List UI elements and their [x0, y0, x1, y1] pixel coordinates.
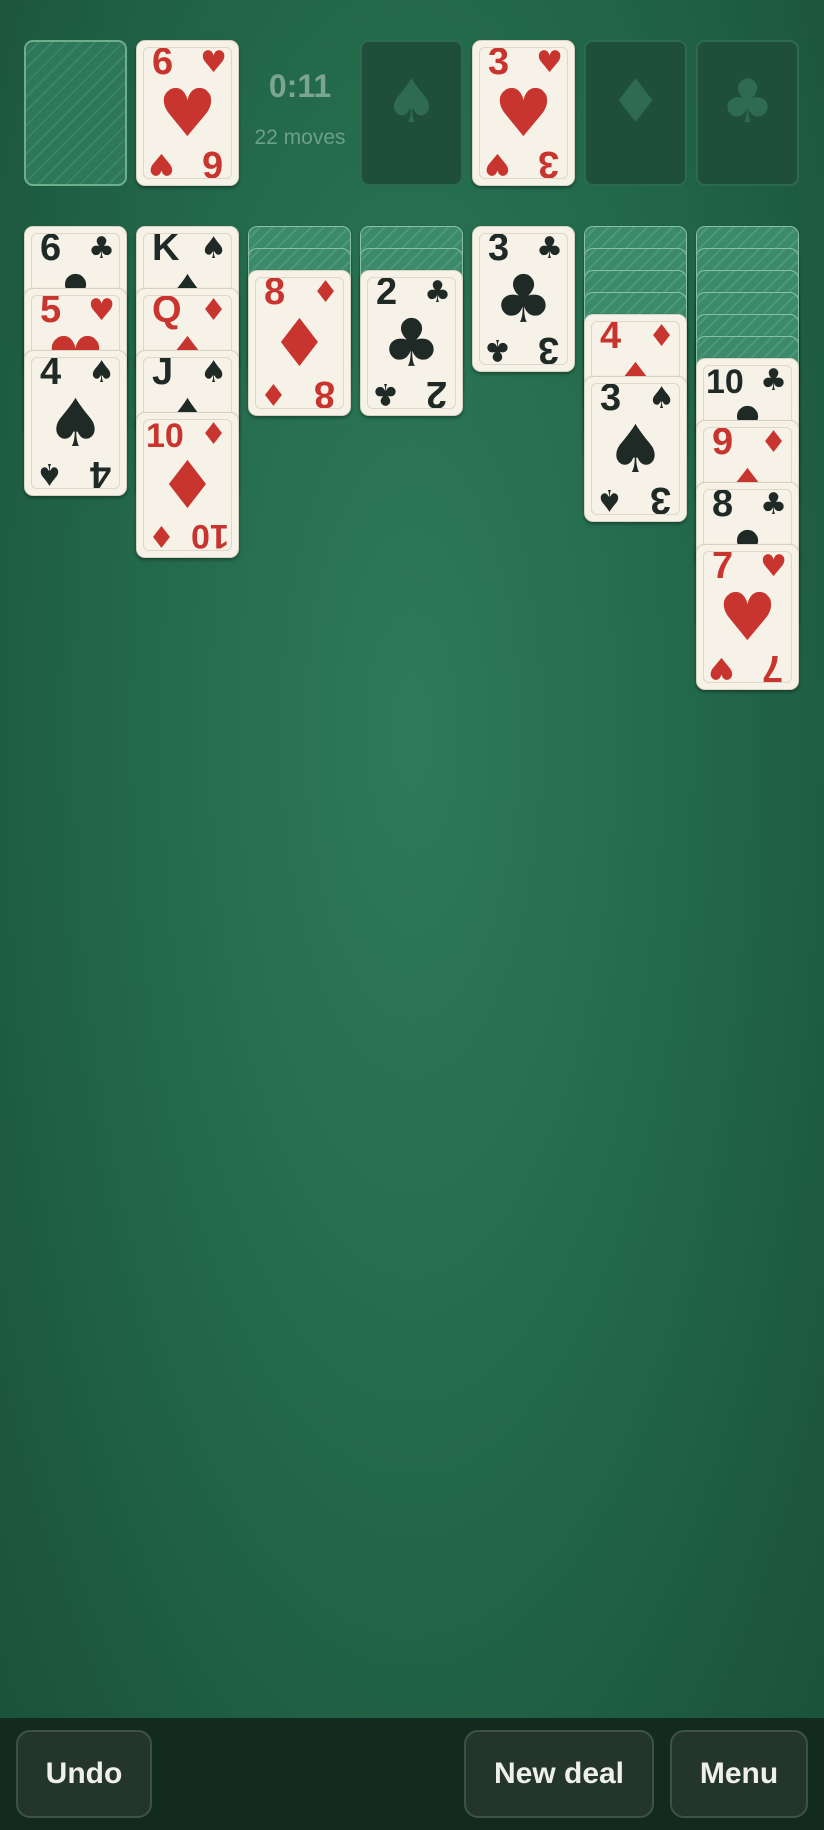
- card-rank: 4: [89, 453, 111, 495]
- tableau-card[interactable]: 7 ♥ ♥ ♥ 7: [696, 544, 799, 690]
- suit-pip-icon: ♠: [605, 411, 666, 488]
- tableau-card[interactable]: 3 ♠ ♠ ♠ 3: [584, 376, 687, 522]
- card-rank: 10: [191, 517, 229, 555]
- suit-icon: ♦: [148, 518, 175, 553]
- suit-pip-icon: ♥: [157, 75, 218, 152]
- card-rank: 8: [313, 373, 335, 415]
- suit-icon: ♥: [484, 146, 511, 181]
- card-rank: 3: [537, 329, 559, 371]
- card-rank: 3: [649, 479, 671, 521]
- timer: 0:11: [268, 68, 332, 104]
- tableau-card[interactable]: 3 ♣ ♣ ♣ 3: [472, 226, 575, 372]
- tableau-card[interactable]: 8 ♦ ♦ ♦ 8: [248, 270, 351, 416]
- card-rank: 2: [425, 373, 447, 415]
- suit-icon: ♥: [148, 146, 175, 181]
- undo-button[interactable]: Undo: [16, 1730, 152, 1818]
- card-rank: 6: [201, 143, 223, 185]
- suit-pip-icon: ♣: [381, 305, 442, 382]
- suit-pip-icon: ♦: [269, 305, 330, 382]
- stock-pile[interactable]: [24, 40, 127, 186]
- suit-icon: ♠: [36, 456, 63, 491]
- suit-pip-icon: ♦: [157, 447, 218, 524]
- menu-button[interactable]: Menu: [670, 1730, 808, 1818]
- card-rank: 3: [537, 143, 559, 185]
- foundation-diamonds[interactable]: ♦: [584, 40, 687, 186]
- foundation-hearts-card[interactable]: 3 ♥ ♥ ♥ 3: [472, 40, 575, 186]
- spade-icon: ♠: [384, 67, 439, 137]
- waste-card[interactable]: 6 ♥ ♥ ♥ 6: [136, 40, 239, 186]
- tableau-card[interactable]: 2 ♣ ♣ ♣ 2: [360, 270, 463, 416]
- suit-icon: ♣: [372, 376, 399, 411]
- card-rank: 7: [761, 647, 783, 689]
- tableau-card[interactable]: 4 ♠ ♠ ♠ 4: [24, 350, 127, 496]
- club-icon: ♣: [720, 67, 775, 137]
- new-deal-button[interactable]: New deal: [464, 1730, 654, 1818]
- moves-counter: 22 moves: [254, 126, 346, 149]
- foundation-spades[interactable]: ♠: [360, 40, 463, 186]
- suit-icon: ♠: [596, 482, 623, 517]
- suit-pip-icon: ♥: [493, 75, 554, 152]
- tableau-card[interactable]: 10 ♦ ♦ ♦ 10: [136, 412, 239, 558]
- suit-pip-icon: ♥: [717, 579, 778, 656]
- suit-pip-icon: ♠: [45, 385, 106, 462]
- suit-icon: ♣: [484, 332, 511, 367]
- diamond-icon: ♦: [608, 67, 663, 137]
- suit-icon: ♦: [260, 376, 287, 411]
- suit-pip-icon: ♣: [493, 261, 554, 338]
- suit-icon: ♥: [708, 650, 735, 685]
- foundation-clubs[interactable]: ♣: [696, 40, 799, 186]
